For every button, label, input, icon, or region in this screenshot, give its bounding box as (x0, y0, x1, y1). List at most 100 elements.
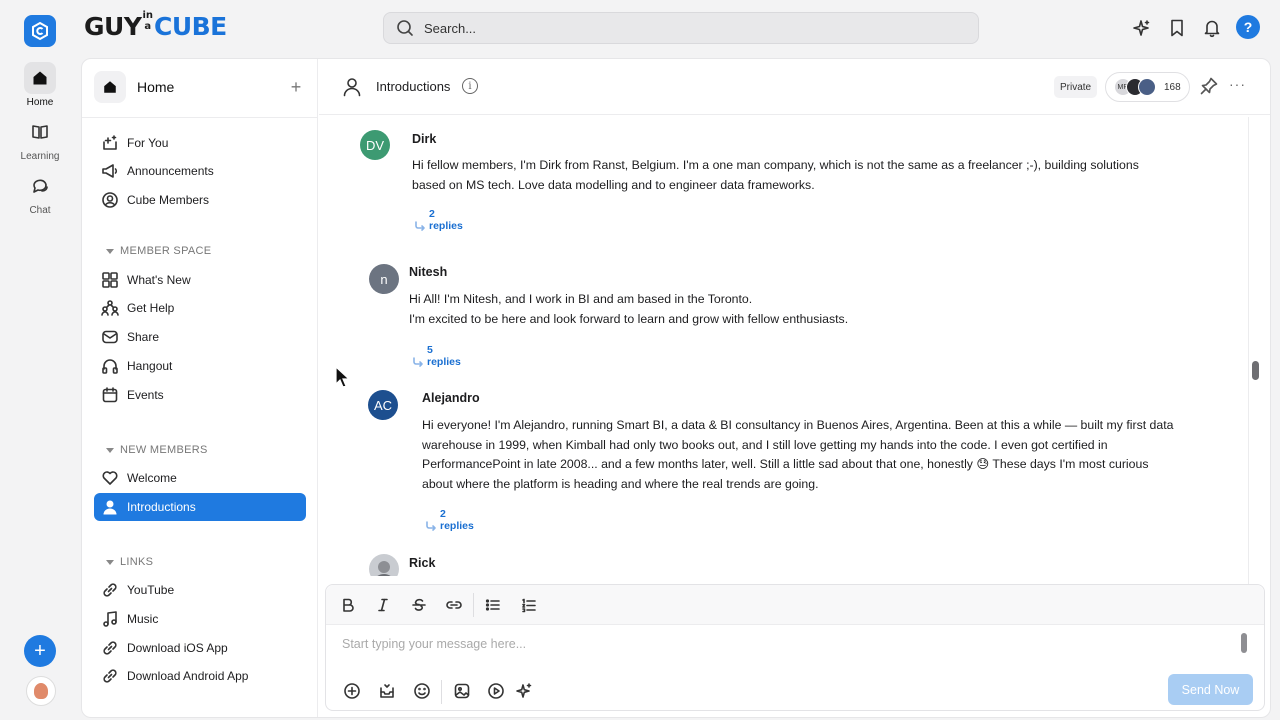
user-circle-icon (101, 191, 119, 209)
channel-title: Introductions (376, 79, 451, 94)
rail-label: Chat (29, 205, 51, 216)
sidebar-item-download-android[interactable]: Download Android App (94, 662, 306, 690)
sidebar-item-whats-new[interactable]: What's New (94, 266, 306, 294)
sidebar-item-label: YouTube (127, 583, 175, 597)
avatar-photo[interactable] (369, 554, 399, 576)
message-line: Hi fellow members, I'm Dirk from Ranst, … (412, 158, 1139, 172)
user-avatar[interactable] (26, 676, 56, 706)
brand-logo[interactable]: GUY in a CUBE (84, 10, 227, 42)
search-input[interactable] (424, 20, 824, 36)
add-attachment-icon[interactable] (342, 681, 362, 701)
strikethrough-icon[interactable] (409, 595, 429, 615)
section-member-space[interactable]: MEMBER SPACE (106, 245, 211, 257)
replies-count: 2 replies (429, 208, 463, 232)
left-rail: Home Learning Chat + (0, 0, 80, 720)
sidebar-item-cube-members[interactable]: Cube Members (94, 186, 306, 214)
more-options-icon[interactable]: ··· (1229, 76, 1246, 92)
sidebar-item-label: For You (127, 136, 169, 150)
avatar[interactable]: AC (368, 390, 398, 420)
divider (82, 117, 317, 118)
help-button[interactable]: ? (1236, 15, 1260, 39)
sidebar-title: Home (137, 79, 175, 95)
sidebar-item-music[interactable]: Music (94, 605, 306, 633)
brand-part-in: in (142, 10, 153, 21)
message-line: PerformancePoint in late 2008... and a f… (422, 457, 1149, 471)
message-author[interactable]: Rick (409, 556, 435, 570)
channel-header: Introductions i Private MR 168 ··· (319, 59, 1270, 115)
replies-link[interactable]: 2 replies (414, 208, 463, 232)
numbered-list-icon[interactable] (519, 595, 539, 615)
grid-icon (101, 271, 119, 289)
megaphone-icon (101, 162, 119, 180)
scrollbar-thumb[interactable] (1252, 361, 1259, 380)
info-icon[interactable]: i (462, 78, 478, 94)
message-composer: Send Now (325, 584, 1265, 711)
link-icon (101, 581, 119, 599)
envelope-icon (101, 328, 119, 346)
divider (473, 593, 474, 617)
send-button[interactable]: Send Now (1168, 674, 1253, 705)
sidebar-item-announcements[interactable]: Announcements (94, 157, 306, 185)
ai-sparkle-icon[interactable] (1130, 17, 1152, 39)
rail-item-chat[interactable]: Chat (0, 170, 80, 216)
message-body: Hi fellow members, I'm Dirk from Ranst, … (412, 156, 1192, 195)
chevron-down-icon (106, 447, 114, 453)
rail-label: Learning (20, 151, 60, 162)
sidebar-item-download-ios[interactable]: Download iOS App (94, 634, 306, 662)
italic-icon[interactable] (373, 595, 393, 615)
sidebar-header: Home + (94, 71, 306, 103)
avatar[interactable]: DV (360, 130, 390, 160)
inbox-icon[interactable] (377, 681, 397, 701)
message-author[interactable]: Dirk (412, 132, 436, 146)
main-panel: Home + For You Announcements Cube Member… (81, 58, 1271, 718)
sidebar-item-share[interactable]: Share (94, 323, 306, 351)
members-button[interactable]: MR 168 (1105, 72, 1190, 102)
section-label: MEMBER SPACE (120, 245, 212, 257)
video-icon[interactable] (486, 681, 506, 701)
sidebar-item-for-you[interactable]: For You (94, 129, 306, 157)
sidebar-item-events[interactable]: Events (94, 381, 306, 409)
scrollbar-track (1248, 117, 1249, 635)
rail-item-learning[interactable]: Learning (0, 116, 80, 162)
add-space-button[interactable]: + (286, 77, 306, 98)
section-new-members[interactable]: NEW MEMBERS (106, 444, 208, 456)
sidebar-item-welcome[interactable]: Welcome (94, 464, 306, 492)
message-list: DV Dirk Hi fellow members, I'm Dirk from… (319, 116, 1254, 576)
add-button[interactable]: + (24, 635, 56, 667)
pin-icon[interactable] (1199, 76, 1219, 96)
avatar[interactable]: n (369, 264, 399, 294)
sidebar-item-label: Get Help (127, 301, 175, 315)
message-line: Hi All! I'm Nitesh, and I work in BI and… (409, 292, 753, 306)
emoji-icon[interactable] (412, 681, 432, 701)
link-icon[interactable] (444, 595, 464, 615)
replies-link[interactable]: 5 replies (412, 344, 461, 368)
sidebar-item-get-help[interactable]: Get Help (94, 294, 306, 322)
section-label: NEW MEMBERS (120, 444, 208, 456)
home-icon (94, 71, 126, 103)
reply-arrow-icon (425, 520, 437, 532)
replies-link[interactable]: 2 replies (425, 508, 474, 532)
image-icon[interactable] (452, 681, 472, 701)
section-links[interactable]: LINKS (106, 556, 153, 568)
sidebar-item-introductions[interactable]: Introductions (94, 493, 306, 521)
member-avatar (1138, 78, 1156, 96)
sidebar-item-youtube[interactable]: YouTube (94, 576, 306, 604)
bold-icon[interactable] (338, 595, 358, 615)
ai-sparkle-icon[interactable] (514, 681, 534, 701)
rail-item-home[interactable]: Home (0, 62, 80, 108)
composer-scrollbar[interactable] (1241, 633, 1247, 653)
bullet-list-icon[interactable] (483, 595, 503, 615)
bell-icon[interactable] (1201, 17, 1223, 39)
mouse-cursor-icon (335, 366, 351, 390)
message-input[interactable] (342, 637, 1222, 651)
heart-icon (101, 469, 119, 487)
bookmark-icon[interactable] (1166, 17, 1188, 39)
brand-part-a: a (144, 21, 152, 32)
message-author[interactable]: Alejandro (422, 391, 480, 405)
sidebar-item-hangout[interactable]: Hangout (94, 352, 306, 380)
message-author[interactable]: Nitesh (409, 265, 447, 279)
search-bar[interactable] (383, 12, 979, 44)
message-body: Hi everyone! I'm Alejandro, running Smar… (422, 416, 1234, 494)
link-icon (101, 667, 119, 685)
app-logo-icon[interactable] (24, 15, 56, 47)
